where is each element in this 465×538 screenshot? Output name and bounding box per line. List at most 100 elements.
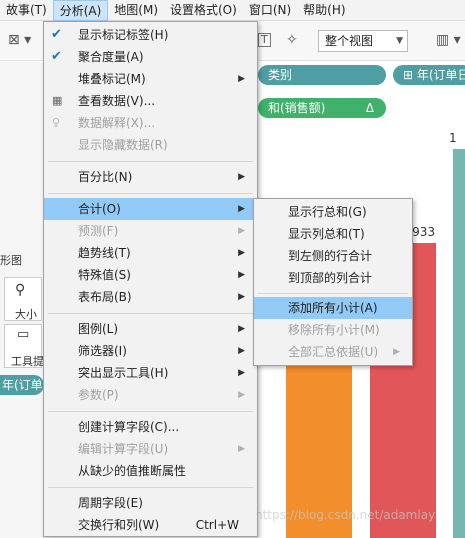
menu-item-label: 全部汇总依据(U) xyxy=(288,345,379,359)
checkmark-icon: ✔ xyxy=(51,27,62,42)
rows-pill-sales[interactable]: 和(销售额) Δ xyxy=(258,98,386,118)
size-label: 大小 xyxy=(15,308,37,321)
menu-item-label: 移除所有小计(M) xyxy=(288,323,380,337)
submenu-arrow-icon: ▶ xyxy=(238,346,245,356)
totals-submenu: 显示行总和(G) 显示列总和(T) 到左侧的行合计到顶部的列合计 添加所有小计(A) 移… xyxy=(253,198,413,366)
lightbulb-icon: ♀ xyxy=(52,116,61,129)
menu-separator xyxy=(48,313,253,314)
menu-item-参数[interactable]: 参数(P) ▶ xyxy=(44,384,257,406)
menu-item-预测[interactable]: 预测(F) ▶ xyxy=(44,220,257,242)
submenu-arrow-icon: ▶ xyxy=(238,226,245,236)
menu-item-编辑计算字段[interactable]: 编辑计算字段(U) ▶ xyxy=(44,438,257,460)
rows-pill-label: 和(销售额) xyxy=(268,101,326,115)
menu-item-周期字段[interactable]: 周期字段(E) xyxy=(44,492,257,514)
submenu-arrow-icon: ▶ xyxy=(238,270,245,280)
menu-item-label: 显示行总和(G) xyxy=(288,205,367,219)
menu-item-label: 显示标记标签(H) xyxy=(78,28,169,42)
menu-item-label: 数据解释(X)... xyxy=(78,116,156,130)
menu-item-显示隐藏数据[interactable]: 显示隐藏数据(R) xyxy=(44,134,257,156)
menu-item-突出显示工具[interactable]: 突出显示工具(H) ▶ xyxy=(44,362,257,384)
view-size-select[interactable]: 整个视图 ▼ xyxy=(318,30,408,52)
menu-item-堆叠标记[interactable]: 堆叠标记(M) ▶ xyxy=(44,68,257,90)
menu-item-百分比[interactable]: 百分比(N) ▶ xyxy=(44,166,257,188)
menu-item-label: 周期字段(E) xyxy=(78,496,143,510)
menu-item-label: 到左侧的行合计 xyxy=(288,249,373,263)
menu-item-label: 百分比(N) xyxy=(78,170,133,184)
submenu-arrow-icon: ▶ xyxy=(238,172,245,182)
menu-item-label: 预测(F) xyxy=(78,224,119,238)
menubar-item-3[interactable]: 设置格式(O) xyxy=(164,0,243,21)
submenu-arrow-icon: ▶ xyxy=(238,74,245,84)
tooltip-card[interactable]: ▭ 工具提示 xyxy=(4,324,55,368)
chart-bar[interactable] xyxy=(453,149,465,538)
columns-pill-year[interactable]: ⊞ 年(订单日 xyxy=(393,65,465,85)
columns-pill-category[interactable]: 类别 xyxy=(258,65,386,85)
menu-item-趋势线[interactable]: 趋势线(T) ▶ xyxy=(44,242,257,264)
submenu-arrow-icon: ▶ xyxy=(238,444,245,454)
menu-item-数据解释[interactable]: ♀ 数据解释(X)... xyxy=(44,112,257,134)
menu-item-聚合度量[interactable]: ✔ 聚合度量(A) xyxy=(44,46,257,68)
table-icon: ▦ xyxy=(52,94,63,107)
delta-icon: Δ xyxy=(365,101,374,115)
menu-item-显示行总和[interactable]: 显示行总和(G) xyxy=(254,201,412,223)
menu-separator xyxy=(48,193,253,194)
menu-separator xyxy=(258,293,408,294)
columns-pill-label: 类别 xyxy=(268,68,293,82)
menu-item-表布局[interactable]: 表布局(B) ▶ xyxy=(44,286,257,308)
pin-icon[interactable]: ✧ xyxy=(286,29,298,51)
menu-item-label: 显示隐藏数据(R) xyxy=(78,138,168,152)
marks-pane: 形图 ⚲ 大小 ▭ 工具提示 年(订单 xyxy=(0,62,55,538)
submenu-arrow-icon: ▶ xyxy=(238,204,245,214)
menu-item-到顶部的列合计[interactable]: 到顶部的列合计 xyxy=(254,267,412,289)
menu-item-label: 趋势线(T) xyxy=(78,246,131,260)
mark-type-label: 形图 xyxy=(0,254,22,267)
menu-item-到左侧的行合计[interactable]: 到左侧的行合计 xyxy=(254,245,412,267)
menu-item-label: 筛选器(I) xyxy=(78,344,127,358)
menu-item-label: 合计(O) xyxy=(78,202,121,216)
submenu-arrow-icon: ▶ xyxy=(238,368,245,378)
menubar-item-4[interactable]: 窗口(N) xyxy=(243,0,297,21)
menu-item-移除所有小计[interactable]: 移除所有小计(M) xyxy=(254,319,412,341)
show-me-icon[interactable]: ▥ ▾ xyxy=(436,29,461,51)
year-field-pill[interactable]: 年(订单 xyxy=(0,375,44,395)
clear-sheet-icon[interactable]: ⊠ ▾ xyxy=(8,29,31,51)
menu-separator xyxy=(48,487,253,488)
menu-item-查看数据[interactable]: ▦ 查看数据(V)... xyxy=(44,90,257,112)
menu-item-创建计算字段[interactable]: 创建计算字段(C)... xyxy=(44,416,257,438)
menu-item-label: 创建计算字段(C)... xyxy=(78,420,180,434)
year-pill-text: 年(订单日 xyxy=(416,68,465,82)
menu-item-label: 参数(P) xyxy=(78,388,119,402)
menu-item-label: 图例(L) xyxy=(78,322,119,336)
menu-item-添加所有小计[interactable]: 添加所有小计(A) xyxy=(254,297,412,319)
menu-item-合计[interactable]: 合计(O) ▶ xyxy=(44,198,257,220)
menubar-item-5[interactable]: 帮助(H) xyxy=(297,0,351,21)
menu-item-label: 特殊值(S) xyxy=(78,268,131,282)
menu-item-交换行和列[interactable]: 交换行和列(W) Ctrl+W xyxy=(44,514,257,536)
menu-item-显示标记标签[interactable]: ✔ 显示标记标签(H) xyxy=(44,24,257,46)
text-icon[interactable]: T xyxy=(258,33,271,47)
checkmark-icon: ✔ xyxy=(51,49,62,64)
menubar-item-1[interactable]: 分析(A) xyxy=(52,0,109,21)
watermark: https://blog.csdn.net/adamlay xyxy=(255,508,436,522)
size-card[interactable]: ⚲ 大小 xyxy=(4,277,42,321)
menu-item-label: 表布局(B) xyxy=(78,290,132,304)
analysis-menu: ✔ 显示标记标签(H) ✔ 聚合度量(A) 堆叠标记(M) ▶ ▦ 查看数据(V)... ♀ 数据… xyxy=(43,21,258,537)
submenu-arrow-icon: ▶ xyxy=(393,347,400,357)
menu-item-label: 编辑计算字段(U) xyxy=(78,442,169,456)
menu-item-label: 查看数据(V)... xyxy=(78,94,156,108)
menu-separator xyxy=(48,411,253,412)
menu-item-全部汇总依据[interactable]: 全部汇总依据(U) ▶ xyxy=(254,341,412,363)
chevron-down-icon: ▼ xyxy=(396,36,403,46)
menu-item-从缺少的值推断属性[interactable]: 从缺少的值推断属性 xyxy=(44,460,257,482)
menu-item-label: 交换行和列(W) xyxy=(78,518,160,532)
menubar-item-2[interactable]: 地图(M) xyxy=(108,0,164,21)
menu-item-label: 显示列总和(T) xyxy=(288,227,365,241)
menu-item-显示列总和[interactable]: 显示列总和(T) xyxy=(254,223,412,245)
year-pill-label: ⊞ 年(订单日 xyxy=(403,68,465,82)
year-field-label: 年(订单 xyxy=(2,378,43,392)
menu-item-图例[interactable]: 图例(L) ▶ xyxy=(44,318,257,340)
view-size-value: 整个视图 xyxy=(325,34,374,48)
menu-item-特殊值[interactable]: 特殊值(S) ▶ xyxy=(44,264,257,286)
menu-item-筛选器[interactable]: 筛选器(I) ▶ xyxy=(44,340,257,362)
menubar-item-0[interactable]: 故事(T) xyxy=(0,0,53,21)
